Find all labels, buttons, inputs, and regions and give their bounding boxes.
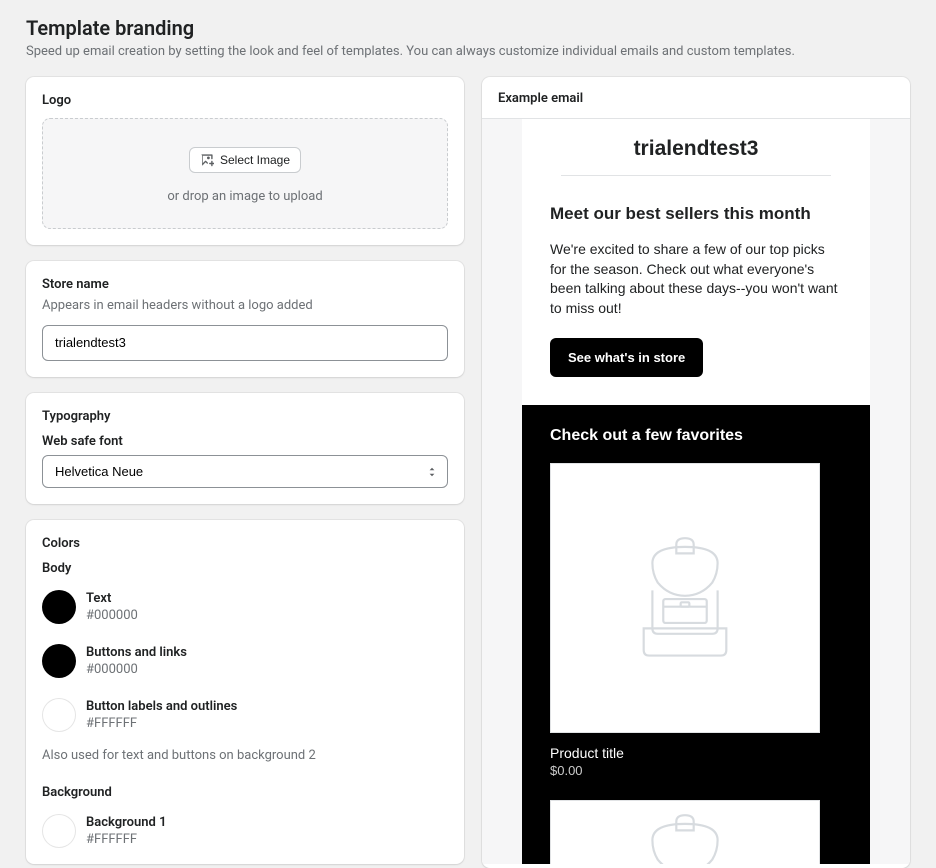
color-row-text: Text #000000 xyxy=(42,590,448,624)
logo-heading: Logo xyxy=(42,93,448,108)
color-label-button-labels: Button labels and outlines xyxy=(86,699,237,714)
font-select[interactable]: Helvetica Neue xyxy=(42,455,448,488)
select-image-button[interactable]: Select Image xyxy=(189,147,301,173)
image-icon xyxy=(200,153,214,167)
store-name-heading: Store name xyxy=(42,277,448,292)
color-hex-button-labels: #FFFFFF xyxy=(86,716,237,731)
backpack-icon xyxy=(630,813,740,864)
colors-heading: Colors xyxy=(42,536,448,551)
product-image-placeholder xyxy=(550,463,820,733)
bg2-note: Also used for text and buttons on backgr… xyxy=(42,748,448,763)
color-swatch-buttons-links[interactable] xyxy=(42,644,76,678)
color-row-buttons-links: Buttons and links #000000 xyxy=(42,644,448,678)
color-label-text: Text xyxy=(86,591,138,606)
color-swatch-bg1[interactable] xyxy=(42,814,76,848)
email-divider xyxy=(561,175,831,176)
typography-heading: Typography xyxy=(42,409,448,424)
color-row-button-labels: Button labels and outlines #FFFFFF xyxy=(42,698,448,732)
email-body: trialendtest3 Meet our best sellers this… xyxy=(522,119,870,864)
preview-heading: Example email xyxy=(482,77,910,118)
email-cta-button[interactable]: See what's in store xyxy=(550,338,703,377)
page-title: Template branding xyxy=(26,16,910,40)
logo-upload-zone[interactable]: Select Image or drop an image to upload xyxy=(42,118,448,229)
email-hero-heading: Meet our best sellers this month xyxy=(550,204,842,224)
colors-card: Colors Body Text #000000 Buttons and lin… xyxy=(26,520,464,864)
color-hex-text: #000000 xyxy=(86,608,138,623)
background-heading: Background xyxy=(42,785,448,800)
drop-hint: or drop an image to upload xyxy=(59,189,431,204)
color-row-bg1: Background 1 #FFFFFF xyxy=(42,814,448,848)
store-name-input[interactable] xyxy=(42,325,448,361)
color-label-bg1: Background 1 xyxy=(86,815,167,830)
email-hero-body: We're excited to share a few of our top … xyxy=(550,240,842,318)
favorites-heading: Check out a few favorites xyxy=(550,427,842,445)
color-label-buttons-links: Buttons and links xyxy=(86,645,187,660)
color-swatch-text[interactable] xyxy=(42,590,76,624)
select-image-label: Select Image xyxy=(220,153,290,167)
product-title: Product title xyxy=(550,745,842,761)
body-heading: Body xyxy=(42,561,448,576)
product-image-placeholder-2 xyxy=(550,800,820,864)
preview-frame: trialendtest3 Meet our best sellers this… xyxy=(482,118,910,864)
preview-card: Example email trialendtest3 Meet our bes… xyxy=(482,77,910,868)
email-store-name: trialendtest3 xyxy=(550,137,842,161)
product-price: $0.00 xyxy=(550,763,842,778)
logo-card: Logo Select Image or drop an image to up… xyxy=(26,77,464,245)
page-subtitle: Speed up email creation by setting the l… xyxy=(26,44,910,59)
store-name-card: Store name Appears in email headers with… xyxy=(26,261,464,377)
store-name-helper: Appears in email headers without a logo … xyxy=(42,298,448,313)
backpack-icon xyxy=(630,536,740,661)
color-hex-buttons-links: #000000 xyxy=(86,662,187,677)
color-hex-bg1: #FFFFFF xyxy=(86,832,167,847)
color-swatch-button-labels[interactable] xyxy=(42,698,76,732)
font-label: Web safe font xyxy=(42,434,448,449)
typography-card: Typography Web safe font Helvetica Neue xyxy=(26,393,464,504)
